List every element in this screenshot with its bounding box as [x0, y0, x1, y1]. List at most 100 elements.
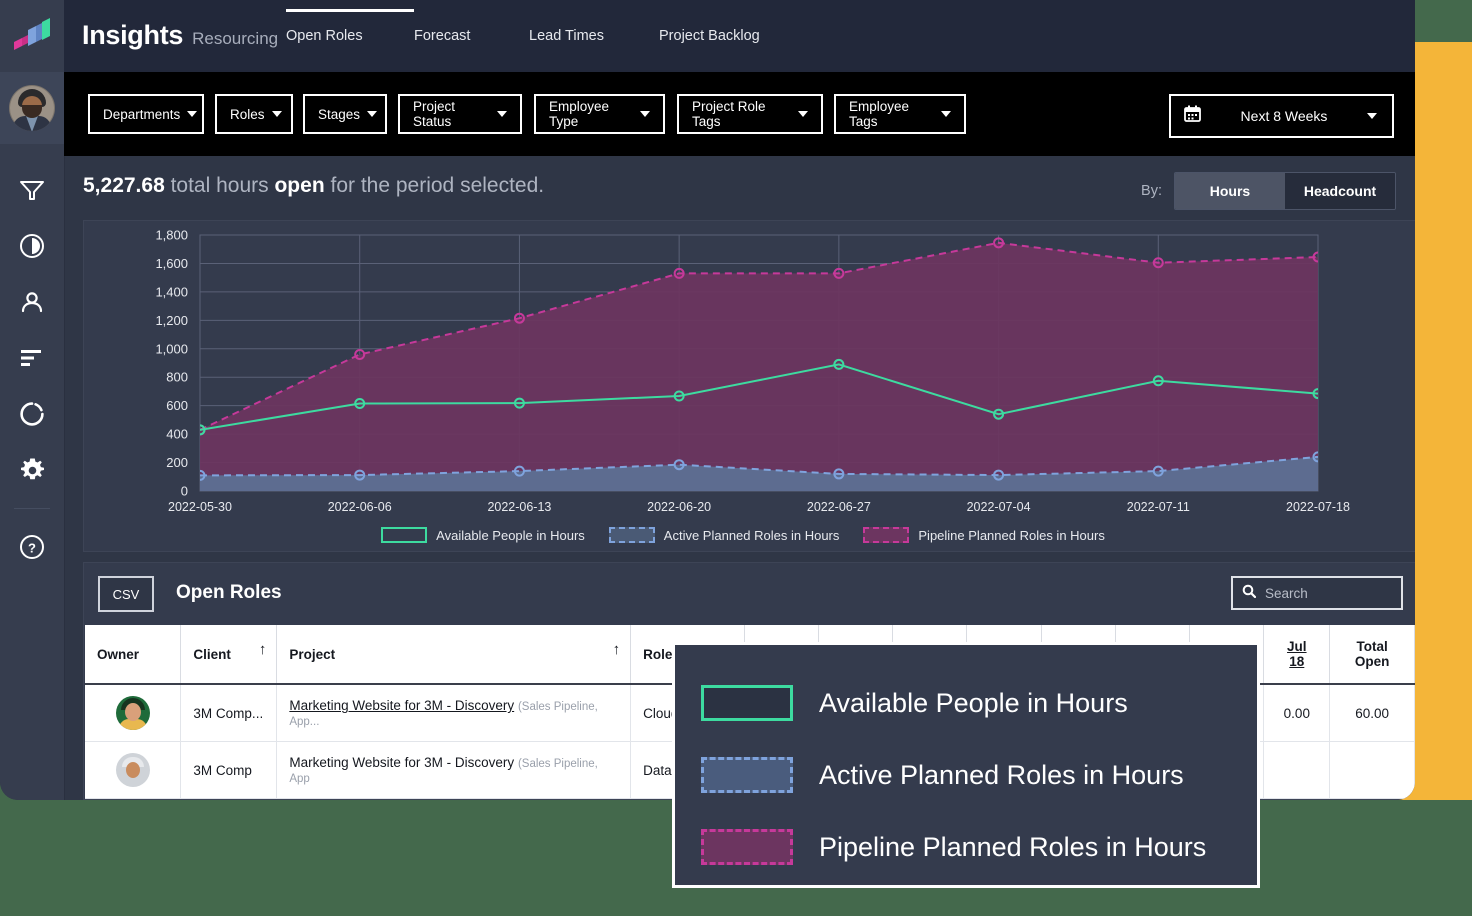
tab-open-roles[interactable]: Open Roles — [286, 9, 414, 44]
svg-text:2022-06-13: 2022-06-13 — [487, 500, 551, 513]
legend-swatch-pipeline — [863, 527, 910, 543]
tab-project-backlog[interactable]: Project Backlog — [659, 28, 819, 44]
nav-tabs: Open Roles Forecast Lead Times Project B… — [286, 0, 819, 72]
svg-text:2022-07-11: 2022-07-11 — [1127, 500, 1190, 513]
col-project[interactable]: Project ↑ — [276, 625, 632, 685]
legend-swatch-available — [381, 527, 428, 543]
chevron-down-icon — [640, 111, 650, 117]
sidebar-item-people[interactable] — [0, 274, 64, 330]
svg-text:200: 200 — [166, 455, 188, 470]
cell-client: 3M Comp — [180, 741, 278, 799]
filter-stages[interactable]: Stages — [303, 94, 387, 134]
svg-text:0: 0 — [181, 484, 188, 499]
callout-label: Active Planned Roles in Hours — [819, 759, 1184, 790]
svg-text:2022-05-30: 2022-05-30 — [168, 500, 232, 513]
avatar — [9, 85, 55, 131]
project-link[interactable]: Marketing Website for 3M - Discovery — [289, 698, 514, 713]
filter-label: Roles — [230, 106, 265, 122]
gear-icon — [19, 457, 46, 484]
col-label: Owner — [97, 646, 140, 662]
owner-avatar — [115, 696, 150, 730]
svg-text:400: 400 — [166, 427, 188, 442]
filter-label: Project Role Tags — [692, 99, 766, 129]
summary-tail: for the period selected. — [324, 174, 545, 197]
bar-list-icon — [19, 347, 45, 369]
filter-label: Employee Type — [549, 99, 610, 129]
svg-text:2022-06-20: 2022-06-20 — [647, 500, 711, 513]
cell-project: Marketing Website for 3M - Discovery (Sa… — [276, 684, 632, 742]
by-toggle-group: By: Hours Headcount — [1141, 172, 1396, 210]
filter-project-role-tags[interactable]: Project Role Tags — [677, 94, 823, 134]
callout-label: Pipeline Planned Roles in Hours — [819, 831, 1207, 862]
legend-label: Pipeline Planned Roles in Hours — [918, 527, 1105, 543]
svg-text:2022-07-04: 2022-07-04 — [967, 500, 1031, 513]
legend-label: Active Planned Roles in Hours — [663, 527, 840, 543]
logo-icon — [14, 18, 50, 50]
sidebar-item-help[interactable]: ? — [0, 519, 64, 575]
callout-label: Available People in Hours — [819, 687, 1128, 718]
cell-client: 3M Comp... — [180, 684, 278, 742]
legend-label: Available People in Hours — [436, 527, 585, 543]
col-owner[interactable]: Owner — [85, 625, 182, 685]
summary-value: 5,227.68 — [83, 174, 165, 197]
filter-bar: Departments Roles Stages Project Status … — [64, 72, 1415, 156]
brand: Insights Resourcing — [82, 20, 278, 51]
brand-name: Insights — [82, 20, 184, 50]
legend-item-available[interactable]: Available People in Hours — [381, 527, 585, 543]
svg-text:2022-06-06: 2022-06-06 — [328, 500, 392, 513]
filter-departments[interactable]: Departments — [88, 94, 204, 134]
col-date-bottom: 18 — [1289, 654, 1305, 669]
person-icon — [19, 289, 45, 315]
col-total-open[interactable]: Total Open — [1329, 625, 1415, 685]
legend-item-active[interactable]: Active Planned Roles in Hours — [608, 527, 840, 543]
svg-text:?: ? — [28, 541, 36, 556]
sidebar-item-funnel[interactable] — [0, 162, 64, 218]
summary-text: 5,227.68 total hours open for the period… — [83, 174, 544, 198]
sidebar-item-reports[interactable] — [0, 330, 64, 386]
toggle-hours[interactable]: Hours — [1175, 173, 1285, 209]
tab-forecast[interactable]: Forecast — [414, 28, 529, 44]
tab-label: Lead Times — [529, 28, 604, 44]
tab-active-indicator — [286, 9, 414, 12]
filter-project-status[interactable]: Project Status — [398, 94, 522, 134]
resourcing-area-chart[interactable]: 0 200 400 600 800 1,000 1,200 1,400 1,600 1,800 2… — [84, 221, 1415, 514]
search-box[interactable] — [1231, 576, 1403, 610]
col-week-jul-18[interactable]: Jul 18 — [1263, 625, 1331, 685]
tab-label: Forecast — [414, 28, 471, 44]
search-input[interactable] — [1263, 584, 1392, 602]
pie-clock-icon — [19, 233, 45, 259]
svg-text:1,800: 1,800 — [155, 228, 188, 243]
filter-roles[interactable]: Roles — [215, 94, 293, 134]
legend-item-pipeline[interactable]: Pipeline Planned Roles in Hours — [863, 527, 1105, 543]
cell-jul-18: 0.00 — [1263, 684, 1331, 742]
summary-mid: total hours — [164, 174, 275, 197]
project-link[interactable]: Marketing Website for 3M - Discovery — [289, 755, 514, 770]
toggle-headcount[interactable]: Headcount — [1285, 173, 1395, 209]
filter-label: Stages — [318, 106, 361, 122]
filter-employee-type[interactable]: Employee Type — [534, 94, 665, 134]
cell-project: Marketing Website for 3M - Discovery (Sa… — [276, 741, 632, 799]
chevron-down-icon — [798, 111, 808, 117]
filter-label: Project Status — [413, 99, 456, 129]
callout-swatch-pipeline — [701, 829, 793, 865]
legend-swatch-active — [608, 527, 655, 543]
csv-export-button[interactable]: CSV — [98, 576, 154, 612]
filter-employee-tags[interactable]: Employee Tags — [834, 94, 966, 134]
sidebar-item-utilization[interactable] — [0, 218, 64, 274]
sidebar-item-settings[interactable] — [0, 442, 64, 498]
tab-label: Project Backlog — [659, 28, 760, 44]
summary-emphasis: open — [274, 174, 325, 197]
date-range-selector[interactable]: Next 8 Weeks — [1169, 94, 1394, 138]
callout-swatch-available — [701, 685, 793, 721]
app-logo[interactable] — [0, 0, 64, 72]
col-client[interactable]: Client ↑ — [180, 625, 278, 685]
tab-lead-times[interactable]: Lead Times — [529, 28, 659, 44]
callout-row-available: Available People in Hours — [701, 667, 1231, 739]
chevron-down-icon — [941, 111, 951, 117]
sidebar-item-capacity[interactable] — [0, 386, 64, 442]
chart-card: 0 200 400 600 800 1,000 1,200 1,400 1,600 1,800 2… — [83, 220, 1415, 552]
chevron-down-icon — [1367, 113, 1377, 119]
date-range-label: Next 8 Weeks — [1240, 108, 1328, 124]
callout-row-active: Active Planned Roles in Hours — [701, 739, 1231, 811]
user-avatar-button[interactable] — [0, 72, 64, 144]
